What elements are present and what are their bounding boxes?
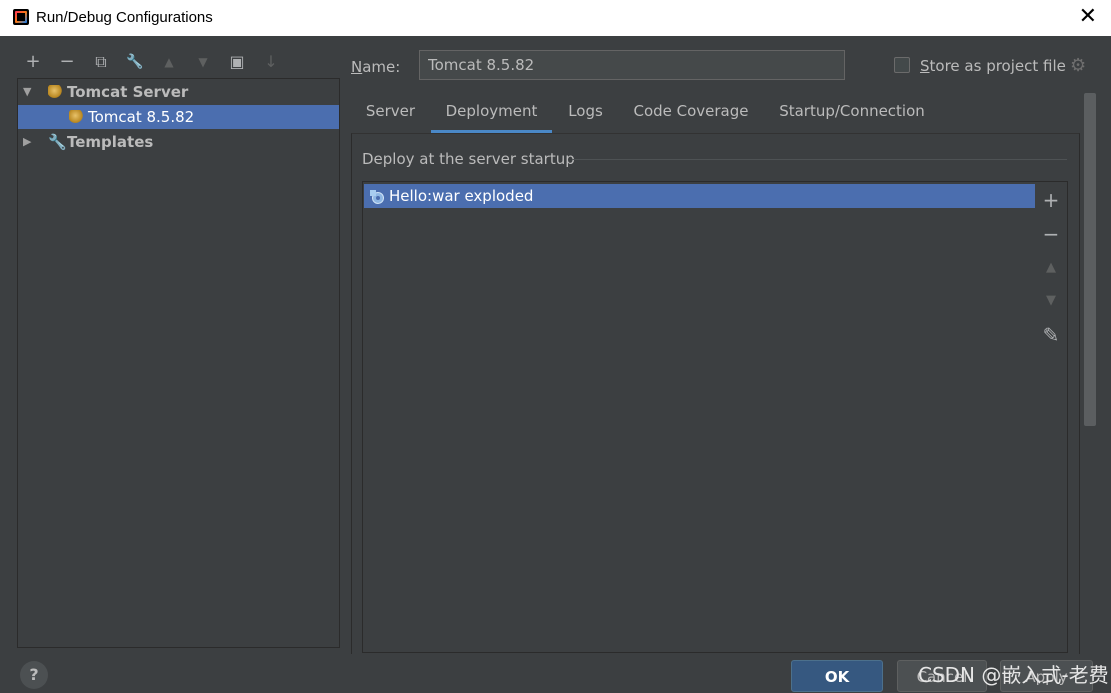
artifact-icon: [370, 190, 384, 204]
folder-add-icon[interactable]: ▣: [224, 48, 250, 76]
tree-node-tomcat-server[interactable]: ▼ Tomcat Server: [18, 80, 339, 104]
tomcat-icon: [48, 85, 64, 99]
watermark: CSDN @嵌入式-老费: [918, 663, 1109, 687]
ok-button[interactable]: OK: [791, 660, 883, 692]
deployment-side-toolbar: + − ▲ ▼ ✎: [1035, 181, 1068, 653]
store-as-project-file-checkbox[interactable]: [894, 57, 910, 73]
remove-icon[interactable]: −: [1035, 218, 1067, 250]
tree-node-label: Tomcat 8.5.82: [88, 108, 195, 126]
list-item-label: Hello:war exploded: [389, 187, 534, 205]
gear-icon[interactable]: ⚙: [1070, 55, 1086, 76]
tab-deployment[interactable]: Deployment: [431, 96, 552, 133]
tab-logs[interactable]: Logs: [554, 96, 617, 130]
move-up-icon[interactable]: ▲: [1035, 252, 1067, 284]
scrollbar-thumb[interactable]: [1084, 93, 1096, 426]
copy-icon[interactable]: ⧉: [88, 48, 114, 76]
move-down-icon[interactable]: ▼: [1035, 285, 1067, 317]
name-label: Name:: [351, 58, 401, 76]
tab-startup-connection[interactable]: Startup/Connection: [763, 96, 941, 130]
tree-node-label: Tomcat Server: [67, 83, 189, 101]
collapse-arrow-icon[interactable]: ▶: [23, 130, 31, 154]
name-input[interactable]: [419, 50, 845, 80]
tree-node-label: Templates: [67, 133, 154, 151]
section-title: Deploy at the server startup: [362, 150, 575, 168]
list-item-hello-war-exploded[interactable]: Hello:war exploded: [364, 184, 1035, 208]
tomcat-icon: [69, 110, 85, 124]
deployment-list: Hello:war exploded: [362, 181, 1035, 653]
tree-node-tomcat-8582[interactable]: Tomcat 8.5.82: [18, 105, 339, 129]
window-title: Run/Debug Configurations: [36, 9, 213, 26]
wrench-icon[interactable]: 🔧: [122, 48, 148, 76]
wrench-icon: 🔧: [48, 133, 67, 151]
pencil-icon[interactable]: ✎: [1035, 319, 1067, 351]
tree-node-templates[interactable]: ▶ 🔧 Templates: [18, 130, 339, 154]
store-as-project-file-label[interactable]: Store as project file: [920, 57, 1066, 75]
config-tree: ▼ Tomcat Server Tomcat 8.5.82 ▶ 🔧 Templa…: [17, 78, 340, 648]
help-button[interactable]: ?: [20, 661, 48, 689]
section-divider: [572, 159, 1067, 160]
move-down-icon[interactable]: ▼: [190, 48, 216, 76]
tab-server[interactable]: Server: [351, 96, 430, 130]
tab-code-coverage[interactable]: Code Coverage: [621, 96, 761, 130]
close-icon[interactable]: ✕: [1079, 6, 1097, 28]
add-icon[interactable]: +: [20, 48, 46, 76]
expand-arrow-icon[interactable]: ▼: [23, 80, 31, 104]
remove-icon[interactable]: −: [54, 48, 80, 76]
title-bar: Run/Debug Configurations ✕: [0, 0, 1111, 36]
intellij-app-icon: [13, 9, 29, 25]
move-up-icon[interactable]: ▲: [156, 48, 182, 76]
sort-icon[interactable]: ↓: [258, 48, 284, 76]
add-icon[interactable]: +: [1035, 184, 1067, 216]
